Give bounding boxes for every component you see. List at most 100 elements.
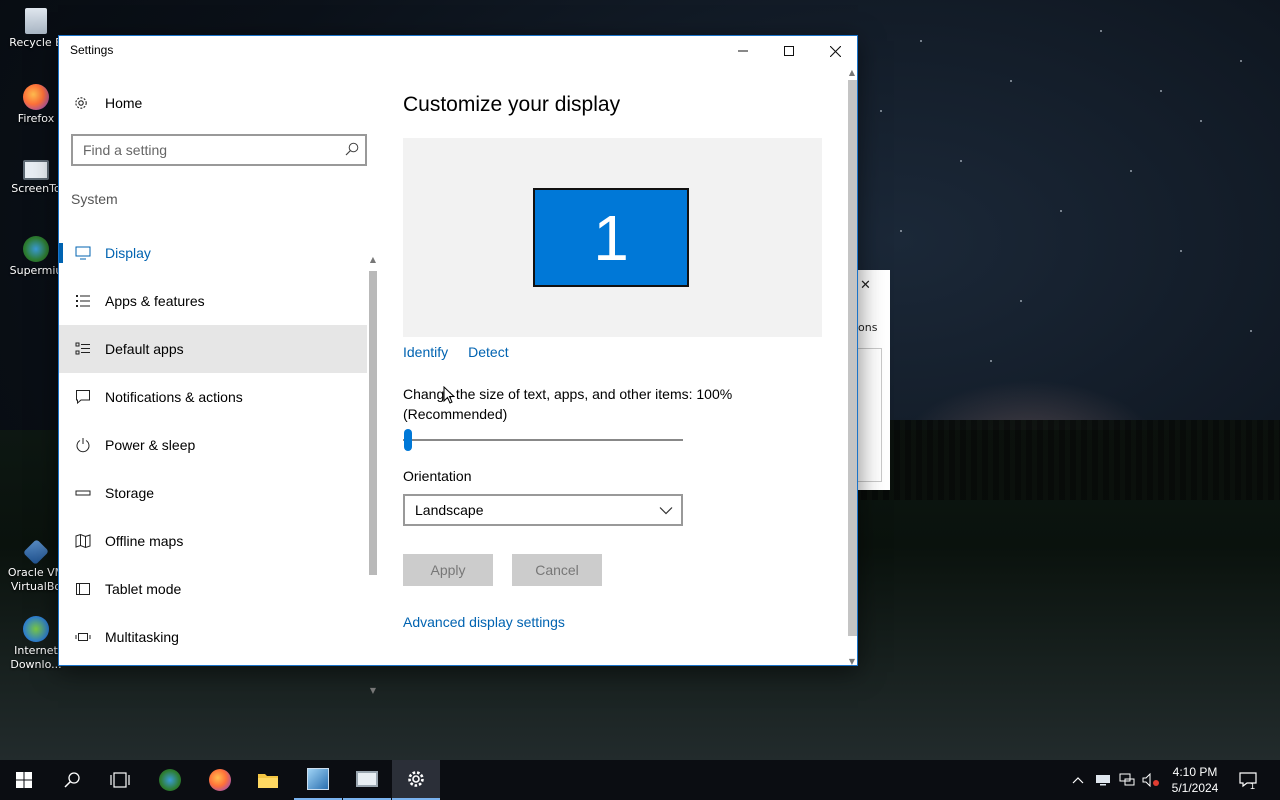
search-icon xyxy=(64,772,80,788)
slider-track[interactable] xyxy=(403,439,683,441)
desktop-icon-label: Recycle B xyxy=(9,36,63,49)
page-title: Customize your display xyxy=(403,93,621,116)
sidebar-item-label: Power & sleep xyxy=(105,437,196,453)
file-explorer-icon xyxy=(258,774,278,788)
detect-link[interactable]: Detect xyxy=(468,344,508,360)
background-window-close[interactable]: ✕ xyxy=(860,278,871,293)
nav-scroll-thumb[interactable] xyxy=(369,271,377,575)
system-clock[interactable]: 4:10 PM 5/1/2024 xyxy=(1158,764,1232,796)
search-input[interactable] xyxy=(83,142,333,158)
advanced-display-settings-link[interactable]: Advanced display settings xyxy=(403,614,565,630)
tablet-icon xyxy=(76,583,90,595)
display-tray-icon xyxy=(1096,775,1110,786)
desktop-icon-label: Firefox xyxy=(17,112,55,125)
desktop-icon-label: Supermiu xyxy=(9,264,63,277)
cancel-button[interactable]: Cancel xyxy=(512,554,602,586)
default-apps-icon xyxy=(75,342,90,355)
action-center-button[interactable]: 1 xyxy=(1234,760,1262,800)
sidebar-item-label: Multitasking xyxy=(105,629,179,645)
monitor-icon xyxy=(75,246,91,260)
virtualbox-icon xyxy=(22,538,50,566)
sidebar-item-label: Apps & features xyxy=(105,293,205,309)
background-window-panel xyxy=(858,348,882,482)
orientation-label: Orientation xyxy=(403,468,472,484)
treeline xyxy=(850,420,1280,500)
tray-display[interactable] xyxy=(1092,760,1114,800)
minimize-button[interactable] xyxy=(720,36,766,66)
chevron-down-icon xyxy=(659,507,673,515)
sidebar-item-label: Display xyxy=(105,245,151,261)
mouse-cursor-icon xyxy=(443,386,455,404)
taskbar-supermium[interactable] xyxy=(146,760,194,800)
close-button[interactable] xyxy=(812,36,858,66)
tray-network[interactable] xyxy=(1116,760,1138,800)
show-hidden-icons-button[interactable] xyxy=(1068,760,1088,800)
scroll-down-icon[interactable]: ▼ xyxy=(846,657,858,666)
title-bar[interactable]: Settings xyxy=(59,36,857,66)
clock-time: 4:10 PM xyxy=(1172,765,1218,779)
window-title: Settings xyxy=(70,43,114,57)
home-nav-item[interactable]: Home xyxy=(73,94,142,112)
internet-download-icon xyxy=(23,616,49,642)
taskbar-screento[interactable] xyxy=(343,760,391,800)
nav-scrollbar[interactable]: ▲ ▼ xyxy=(368,255,378,695)
network-icon xyxy=(1119,773,1135,786)
sidebar-item-label: Offline maps xyxy=(105,533,184,549)
apply-button[interactable]: Apply xyxy=(403,554,493,586)
maximize-button[interactable] xyxy=(766,36,812,66)
scroll-up-icon[interactable]: ▲ xyxy=(368,255,378,264)
sidebar-item-default-apps[interactable]: Default apps xyxy=(59,325,367,373)
start-button[interactable] xyxy=(0,760,48,800)
desktop-icon-label: Internet Downlo... xyxy=(10,644,62,671)
sidebar-item-apps-features[interactable]: Apps & features xyxy=(59,277,367,325)
main-scroll-thumb[interactable] xyxy=(848,80,857,636)
search-icon xyxy=(345,142,359,156)
taskbar-firefox[interactable] xyxy=(196,760,244,800)
sidebar-item-tablet-mode[interactable]: Tablet mode xyxy=(59,565,367,613)
storage-icon xyxy=(75,490,91,496)
screen-icon xyxy=(356,771,378,787)
main-scrollbar[interactable]: ▲ ▼ xyxy=(846,66,858,666)
slider-thumb[interactable] xyxy=(404,429,412,451)
taskbar-search-button[interactable] xyxy=(48,760,96,800)
home-label: Home xyxy=(105,95,143,111)
supermium-icon xyxy=(23,236,49,262)
task-view-button[interactable] xyxy=(96,760,144,800)
notification-count-badge: 1 xyxy=(1250,781,1256,791)
scroll-up-icon[interactable]: ▲ xyxy=(846,68,858,77)
search-field[interactable] xyxy=(71,134,367,166)
supermium-icon xyxy=(159,769,181,791)
scroll-down-icon[interactable]: ▼ xyxy=(368,686,378,695)
scale-label: Change the size of text, apps, and other… xyxy=(403,386,733,422)
sidebar-item-label: Default apps xyxy=(105,341,184,357)
nav-list: Display Apps & features Default apps Not… xyxy=(59,229,367,661)
identify-link[interactable]: Identify xyxy=(403,344,448,360)
settings-icon xyxy=(408,771,424,787)
sidebar-item-label: Tablet mode xyxy=(105,581,182,597)
close-icon xyxy=(829,45,841,57)
sidebar-item-offline-maps[interactable]: Offline maps xyxy=(59,517,367,565)
sidebar-item-display[interactable]: Display xyxy=(59,229,367,277)
screen-icon xyxy=(23,160,49,180)
sidebar-item-multitasking[interactable]: Multitasking xyxy=(59,613,367,661)
settings-window: Settings Home System xyxy=(58,35,858,695)
sidebar-item-notifications[interactable]: Notifications & actions xyxy=(59,373,367,421)
maximize-icon xyxy=(784,46,794,56)
power-icon xyxy=(76,438,90,453)
taskbar-xp-app[interactable] xyxy=(294,760,342,800)
background-window[interactable]: ✕ ons xyxy=(856,270,890,490)
monitor-tile[interactable]: 1 xyxy=(533,188,689,287)
list-icon xyxy=(76,295,90,307)
xp-icon xyxy=(307,768,329,790)
sidebar-item-storage[interactable]: Storage xyxy=(59,469,367,517)
gear-icon xyxy=(75,97,87,109)
sidebar-item-label: Storage xyxy=(105,485,155,501)
taskbar-file-explorer[interactable] xyxy=(244,760,292,800)
chevron-up-icon xyxy=(1072,777,1084,784)
orientation-dropdown[interactable]: Landscape xyxy=(403,494,683,526)
scale-slider[interactable] xyxy=(403,429,683,451)
section-label: System xyxy=(71,191,118,207)
sidebar-item-power-sleep[interactable]: Power & sleep xyxy=(59,421,367,469)
clock-date: 5/1/2024 xyxy=(1171,781,1219,795)
taskbar-settings[interactable] xyxy=(392,760,440,800)
